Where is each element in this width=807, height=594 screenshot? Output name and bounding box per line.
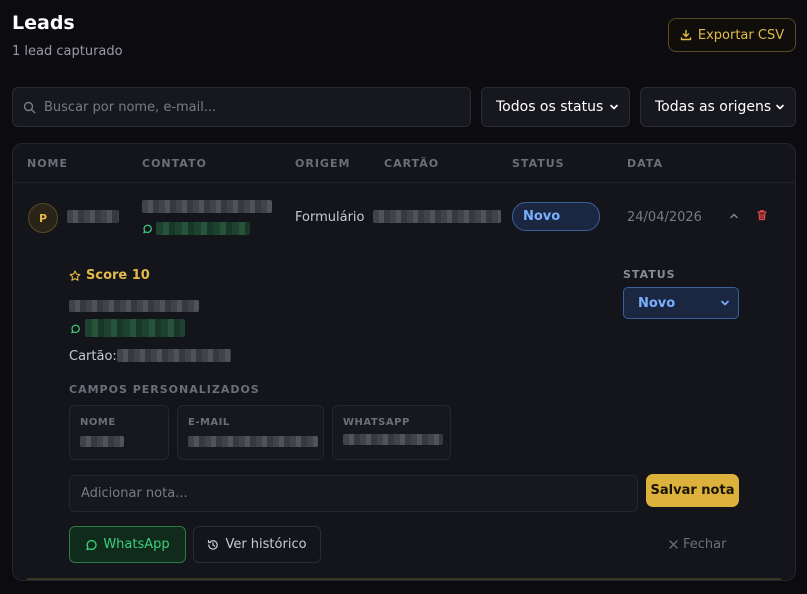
whatsapp-button[interactable]: WhatsApp (69, 526, 186, 563)
chevron-down-icon (776, 104, 784, 110)
redacted-email (142, 200, 272, 213)
history-button-label: Ver histórico (225, 537, 307, 552)
custom-field-whatsapp: WHATSAPP (332, 405, 451, 460)
origin-filter-value: Todas as origens (655, 99, 772, 115)
redacted-value (188, 436, 318, 447)
column-header-contato: CONTATO (142, 157, 207, 170)
history-icon (208, 539, 219, 550)
detail-status-value: Novo (638, 295, 676, 311)
score-value: Score 10 (86, 268, 150, 283)
status-badge: Novo (512, 202, 600, 231)
redacted-email (69, 300, 199, 312)
note-field[interactable] (69, 475, 638, 512)
search-icon (23, 101, 36, 113)
column-header-cartao: CARTÃO (384, 157, 440, 170)
card-bottom-accent (27, 578, 781, 580)
card-label: Cartão: (69, 349, 117, 364)
chevron-down-icon (610, 104, 618, 110)
search-field[interactable] (12, 87, 471, 127)
redacted-name (67, 210, 119, 223)
detail-status-select[interactable]: Novo (623, 287, 739, 319)
whatsapp-icon (86, 539, 97, 550)
close-button[interactable]: Fechar (669, 537, 726, 552)
status-filter-value: Todos os status (496, 99, 604, 115)
star-icon (69, 269, 81, 281)
redacted-card (117, 349, 231, 362)
export-csv-button[interactable]: Exportar CSV (668, 18, 796, 52)
save-note-button[interactable]: Salvar nota (646, 474, 739, 507)
close-icon (669, 540, 678, 549)
column-header-status: STATUS (512, 157, 565, 170)
header-divider (13, 182, 795, 183)
leads-table-card: NOME CONTATO ORIGEM CARTÃO STATUS DATA P… (12, 143, 796, 581)
chevron-down-icon (721, 300, 729, 306)
origin-filter-select[interactable]: Todas as origens (640, 87, 796, 127)
column-header-data: DATA (627, 157, 663, 170)
whatsapp-icon (71, 324, 80, 334)
redacted-phone (85, 319, 185, 337)
note-input[interactable] (81, 486, 621, 501)
redacted-card (373, 210, 501, 223)
custom-field-label: E-MAIL (188, 417, 230, 428)
custom-field-email: E-MAIL (177, 405, 324, 460)
detail-status-label: STATUS (623, 268, 676, 281)
page-title: Leads (12, 12, 75, 34)
whatsapp-button-label: WhatsApp (103, 537, 170, 552)
search-input[interactable] (44, 99, 444, 115)
trash-icon[interactable] (756, 209, 768, 221)
page-subtitle: 1 lead capturado (12, 44, 123, 59)
custom-field-label: NOME (80, 417, 116, 428)
custom-field-nome: NOME (69, 405, 169, 460)
origin-cell: Formulário (295, 210, 365, 225)
export-csv-label: Exportar CSV (697, 27, 785, 43)
whatsapp-icon (143, 224, 152, 234)
redacted-value (343, 434, 443, 445)
custom-field-label: WHATSAPP (343, 417, 410, 428)
chevron-up-icon[interactable] (728, 210, 740, 222)
avatar: P (28, 203, 58, 233)
column-header-origem: ORIGEM (295, 157, 351, 170)
date-cell: 24/04/2026 (627, 210, 702, 225)
close-label: Fechar (683, 537, 727, 552)
custom-fields-title: CAMPOS PERSONALIZADOS (69, 383, 260, 396)
score-label: Score 10 (69, 268, 150, 283)
column-header-nome: NOME (27, 157, 69, 170)
download-icon (680, 29, 692, 41)
redacted-value (80, 436, 124, 447)
status-filter-select[interactable]: Todos os status (481, 87, 630, 127)
history-button[interactable]: Ver histórico (193, 526, 321, 563)
redacted-phone (156, 222, 250, 235)
